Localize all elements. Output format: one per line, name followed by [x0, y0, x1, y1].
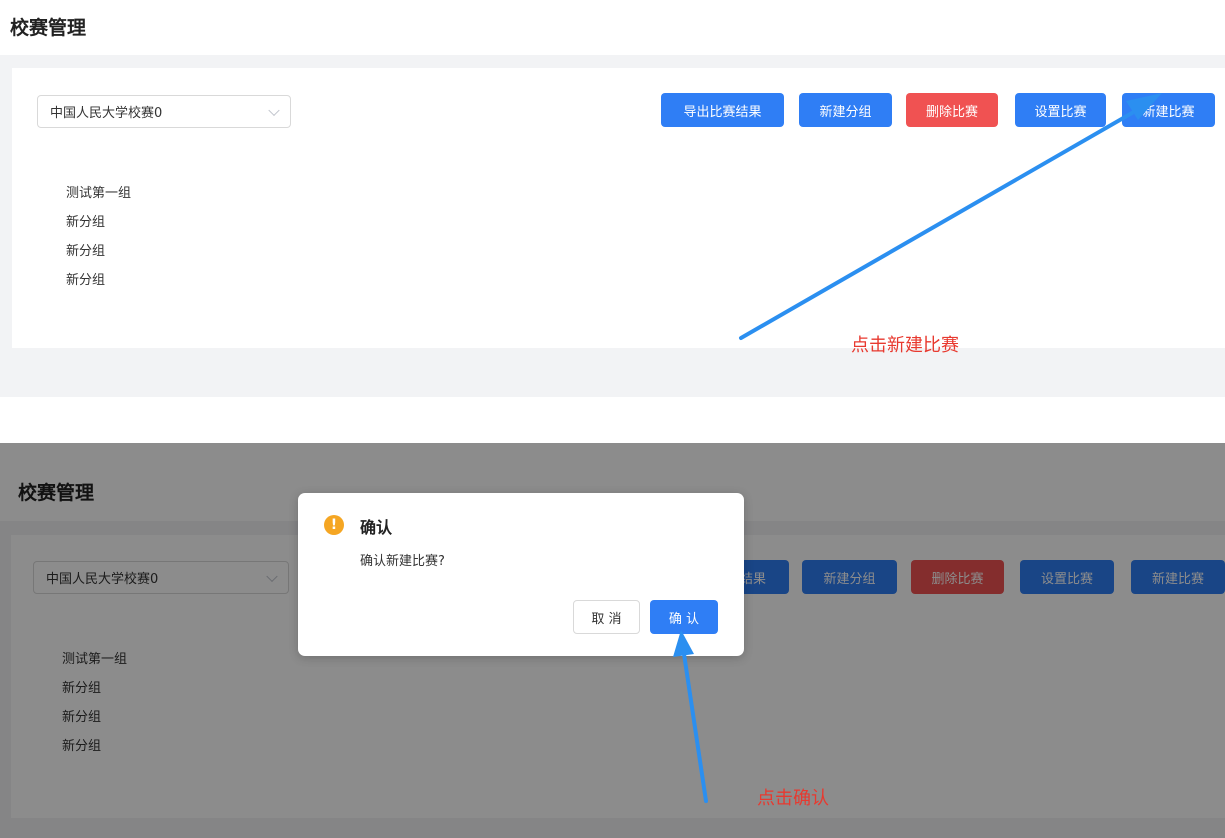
annotation-step1-text: 点击新建比赛: [851, 335, 959, 356]
export-results-button[interactable]: 导出比赛结果: [661, 93, 784, 127]
screenshot-step-2: 校赛管理 中国人民大学校赛0 导出比赛结果 新建分组 删除比赛 设置比赛 新建比…: [0, 443, 1225, 838]
school-contest-select[interactable]: 中国人民大学校赛0: [37, 95, 291, 128]
chevron-down-icon: [268, 104, 280, 116]
page-title: 校赛管理: [10, 17, 87, 39]
screenshot-step-1: 校赛管理 中国人民大学校赛0 导出比赛结果 新建分组 删除比赛 设置比赛 新建比…: [0, 0, 1225, 400]
contest-card: 中国人民大学校赛0 导出比赛结果 新建分组 删除比赛 设置比赛 新建比赛 测试第…: [12, 68, 1225, 348]
delete-contest-button[interactable]: 删除比赛: [906, 93, 998, 127]
cancel-button[interactable]: 取 消: [573, 600, 640, 634]
confirm-button[interactable]: 确 认: [650, 600, 718, 634]
dialog-message: 确认新建比赛?: [360, 554, 445, 569]
settings-contest-button[interactable]: 设置比赛: [1015, 93, 1106, 127]
dialog-title: 确认: [360, 518, 393, 537]
school-contest-select-value: 中国人民大学校赛0: [50, 106, 163, 121]
group-item[interactable]: 新分组: [66, 208, 131, 237]
group-item[interactable]: 新分组: [66, 237, 131, 266]
new-contest-button[interactable]: 新建比赛: [1122, 93, 1215, 127]
group-list: 测试第一组 新分组 新分组 新分组: [66, 179, 131, 295]
group-item[interactable]: 测试第一组: [66, 179, 131, 208]
warning-icon: !: [324, 515, 344, 535]
group-item[interactable]: 新分组: [66, 266, 131, 295]
new-group-button[interactable]: 新建分组: [799, 93, 892, 127]
confirm-dialog: ! 确认 确认新建比赛? 取 消 确 认: [298, 493, 744, 656]
annotation-step2-text: 点击确认: [757, 788, 829, 809]
